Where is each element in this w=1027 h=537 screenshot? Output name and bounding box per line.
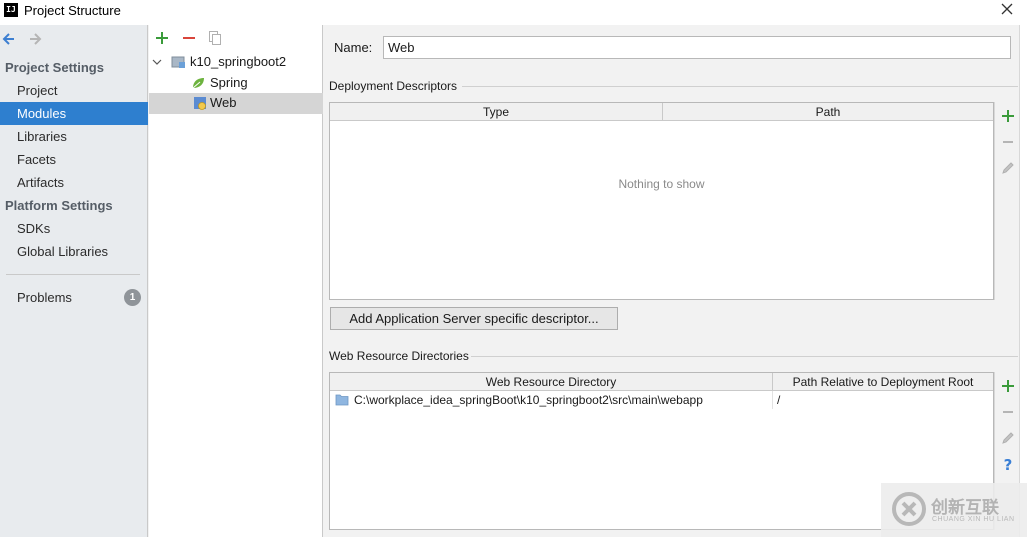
web-facet-icon xyxy=(194,97,206,110)
sidebar-item-facets[interactable]: Facets xyxy=(0,148,148,171)
column-header-path-relative[interactable]: Path Relative to Deployment Root xyxy=(773,373,993,391)
svg-text:?: ? xyxy=(1004,456,1013,472)
table-header: Web Resource Directory Path Relative to … xyxy=(330,373,993,391)
copy-icon xyxy=(209,31,221,45)
deployment-descriptors-title: Deployment Descriptors xyxy=(329,79,458,93)
remove-module-button[interactable] xyxy=(181,30,197,46)
chevron-down-icon[interactable] xyxy=(152,57,162,67)
sidebar-divider xyxy=(6,274,140,275)
sidebar-item-global-libraries[interactable]: Global Libraries xyxy=(0,240,148,263)
close-window-button[interactable] xyxy=(998,0,1018,20)
plus-icon xyxy=(156,32,168,44)
watermark-logo-icon xyxy=(892,492,926,526)
add-descriptor-button[interactable] xyxy=(1000,108,1016,124)
add-server-descriptor-button[interactable]: Add Application Server specific descript… xyxy=(330,307,618,330)
watermark-brand-text: 创新互联 xyxy=(931,498,999,518)
table-row[interactable]: C:\workplace_idea_springBoot\k10_springb… xyxy=(330,391,993,409)
web-resource-directories-title: Web Resource Directories xyxy=(329,349,469,363)
plus-icon xyxy=(1002,380,1014,392)
brand-watermark: 创新互联 CHUANG XIN HU LIAN xyxy=(881,483,1027,537)
sidebar-item-sdks[interactable]: SDKs xyxy=(0,217,148,240)
section-separator xyxy=(471,356,1018,357)
name-input[interactable] xyxy=(383,36,1011,59)
watermark-pinyin-text: CHUANG XIN HU LIAN xyxy=(932,516,1015,523)
tree-item-label: Spring xyxy=(210,75,248,90)
platform-settings-heading: Platform Settings xyxy=(5,198,113,213)
minus-icon xyxy=(1003,411,1013,413)
intellij-logo-icon: IJ xyxy=(4,3,18,17)
editor-edge-strip xyxy=(1019,25,1027,537)
module-folder-icon xyxy=(171,56,185,68)
tree-item-web[interactable]: Web xyxy=(190,93,320,113)
cell-separator xyxy=(772,391,773,409)
sidebar-item-artifacts[interactable]: Artifacts xyxy=(0,171,148,194)
sidebar-item-libraries[interactable]: Libraries xyxy=(0,125,148,148)
deployment-descriptors-table[interactable]: Type Path xyxy=(329,102,994,300)
minus-icon xyxy=(1003,141,1013,143)
folder-icon xyxy=(335,394,349,406)
spring-leaf-icon xyxy=(192,78,204,89)
add-resource-directory-button[interactable] xyxy=(1000,378,1016,394)
column-header-web-resource-directory[interactable]: Web Resource Directory xyxy=(330,373,772,391)
arrow-left-icon xyxy=(2,33,14,45)
window-title: Project Structure xyxy=(24,3,121,18)
remove-resource-directory-button[interactable] xyxy=(1000,404,1016,420)
directory-cell: C:\workplace_idea_springBoot\k10_springb… xyxy=(354,393,703,407)
copy-module-button[interactable] xyxy=(207,30,223,46)
help-button[interactable]: ? xyxy=(1000,456,1016,474)
pencil-icon xyxy=(1002,162,1014,174)
arrow-right-icon xyxy=(30,33,42,45)
add-module-button[interactable] xyxy=(154,30,170,46)
column-header-path[interactable]: Path xyxy=(663,103,993,121)
tree-item-module-root[interactable]: k10_springboot2 xyxy=(151,52,321,72)
empty-table-text: Nothing to show xyxy=(618,177,705,191)
plus-icon xyxy=(1002,110,1014,122)
project-settings-heading: Project Settings xyxy=(5,60,104,75)
name-label: Name: xyxy=(334,40,373,55)
descriptor-toolbar xyxy=(994,102,1019,300)
title-bar xyxy=(0,0,1027,25)
forward-button[interactable] xyxy=(27,31,43,47)
back-button[interactable] xyxy=(1,31,17,47)
table-header: Type Path xyxy=(330,103,993,121)
edit-resource-directory-button[interactable] xyxy=(1000,430,1016,446)
tree-item-label: Web xyxy=(210,95,237,110)
pencil-icon xyxy=(1002,432,1014,444)
problems-count-badge: 1 xyxy=(124,289,141,306)
remove-descriptor-button[interactable] xyxy=(1000,134,1016,150)
close-icon xyxy=(1001,3,1013,15)
question-mark-icon: ? xyxy=(1004,456,1013,474)
edit-descriptor-button[interactable] xyxy=(1000,160,1016,176)
tree-item-spring[interactable]: Spring xyxy=(190,73,320,93)
column-header-type[interactable]: Type xyxy=(330,103,662,121)
tree-item-label: k10_springboot2 xyxy=(190,54,287,69)
relative-path-cell: / xyxy=(777,393,781,407)
sidebar-item-project[interactable]: Project xyxy=(0,79,148,102)
sidebar-item-modules[interactable]: Modules xyxy=(0,102,148,125)
section-separator xyxy=(462,86,1018,87)
minus-icon xyxy=(183,37,195,39)
